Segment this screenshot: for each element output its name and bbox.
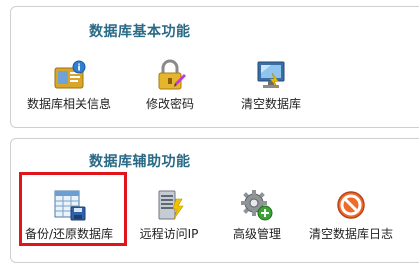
clear-database-button[interactable]: 清空数据库	[223, 59, 319, 119]
advanced-management-button[interactable]: 高级管理	[209, 189, 305, 249]
aux-functions-title: 数据库辅助功能	[89, 154, 191, 170]
basic-functions-panel: 数据库基本功能 i 数据库相关信息 修改密码 清空数据库	[10, 6, 419, 128]
clear-database-label: 清空数据库	[240, 97, 301, 111]
change-password-label: 修改密码	[145, 97, 194, 111]
server-lightning-icon	[158, 190, 184, 220]
aux-functions-panel: 数据库辅助功能 备份/还原数据库 远程访问IP 高级管理 清空数据库日志	[10, 138, 419, 263]
clear-db-log-label: 清空数据库日志	[308, 227, 393, 241]
id-card-icon: i	[54, 60, 86, 89]
remote-access-ip-button[interactable]: 远程访问IP	[121, 189, 217, 249]
gear-plus-icon	[241, 190, 273, 221]
basic-functions-title: 数据库基本功能	[89, 24, 191, 40]
backup-restore-label: 备份/还原数据库	[24, 227, 114, 241]
remote-access-ip-label: 远程访问IP	[139, 227, 199, 241]
monitor-icon	[257, 61, 285, 88]
backup-restore-button[interactable]: 备份/还原数据库	[21, 189, 117, 249]
change-password-button[interactable]: 修改密码	[122, 59, 218, 119]
db-info-button[interactable]: i 数据库相关信息	[21, 59, 117, 119]
svg-text:i: i	[77, 64, 80, 74]
lock-pencil-icon	[158, 59, 186, 90]
db-info-label: 数据库相关信息	[26, 97, 111, 111]
spreadsheet-disk-icon	[54, 190, 86, 221]
clear-db-log-button[interactable]: 清空数据库日志	[301, 189, 401, 249]
no-entry-icon	[337, 191, 365, 219]
advanced-management-label: 高级管理	[232, 227, 281, 241]
